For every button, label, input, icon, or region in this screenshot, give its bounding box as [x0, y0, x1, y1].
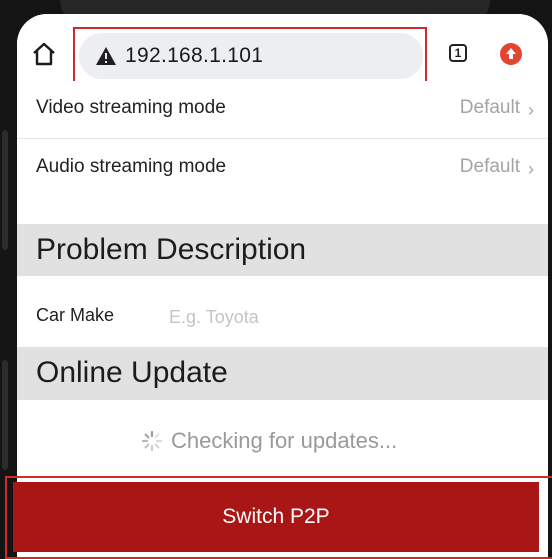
tabs-count: 1 — [454, 46, 462, 60]
audio-streaming-mode-value: Default — [459, 156, 520, 177]
chevron-right-icon: › — [528, 100, 534, 120]
problem-description-title: Problem Description — [36, 233, 307, 266]
update-status: Checking for updates... — [17, 400, 548, 480]
switch-button-highlight-box — [5, 476, 552, 559]
url-highlight-box — [73, 27, 427, 84]
checking-updates-text: Checking for updates... — [171, 428, 398, 453]
problem-description-header: Problem Description — [17, 224, 548, 276]
video-streaming-mode-label: Video streaming mode — [36, 97, 226, 118]
loading-spinner-icon — [141, 430, 163, 452]
online-update-header: Online Update — [17, 347, 548, 400]
car-make-label: Car Make — [36, 305, 115, 325]
car-make-row: Car Make — [17, 287, 548, 347]
car-make-input[interactable] — [167, 299, 511, 335]
browser-update-icon[interactable] — [500, 43, 522, 65]
audio-streaming-mode-label: Audio streaming mode — [36, 156, 227, 177]
audio-streaming-mode-row[interactable]: Audio streaming mode Default › — [17, 140, 548, 198]
home-icon[interactable] — [31, 41, 57, 67]
phone-side-button — [2, 360, 8, 470]
phone-side-button — [2, 130, 8, 250]
online-update-title: Online Update — [36, 356, 228, 389]
tabs-count-icon[interactable]: 1 — [449, 44, 467, 62]
video-streaming-mode-row[interactable]: Video streaming mode Default › — [17, 81, 548, 139]
chevron-right-icon: › — [528, 159, 534, 179]
video-streaming-mode-value: Default — [459, 97, 520, 118]
